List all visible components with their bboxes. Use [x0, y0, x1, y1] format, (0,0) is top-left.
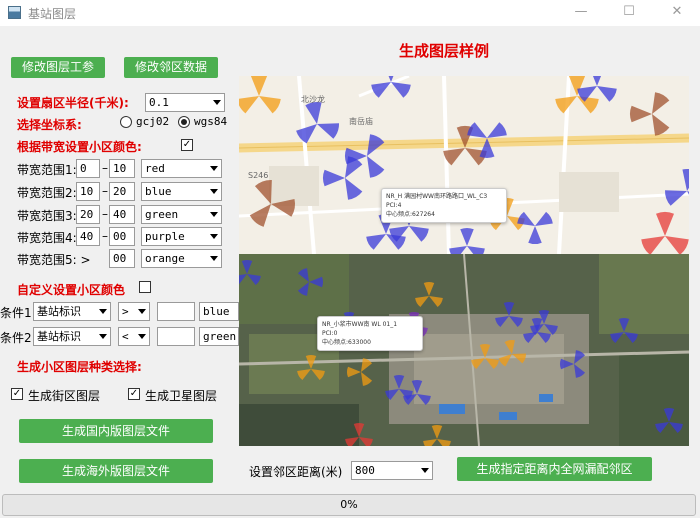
range-label: 带宽范围5: >	[17, 253, 91, 267]
radio-gcj02-label: gcj02	[136, 115, 170, 128]
layer-types-label: 生成小区图层种类选择:	[17, 360, 142, 374]
radio-wgs84[interactable]	[178, 116, 190, 128]
satellite-layer-checkbox[interactable]: ✓	[128, 388, 140, 400]
range-separator: –	[102, 229, 108, 243]
range-from-input[interactable]: 40	[76, 227, 100, 246]
map-popup: NR_小浆市WW南 WL 01_1 PCI:0 中心频点:633000	[317, 316, 423, 351]
range-to-input[interactable]: 10	[109, 159, 135, 178]
range-separator: –	[102, 207, 108, 221]
condition-operator-select[interactable]: >	[118, 302, 150, 321]
sector-radius-label: 设置扇区半径(千米):	[17, 96, 129, 110]
generate-domestic-button[interactable]: 生成国内版图层文件	[19, 419, 213, 443]
street-map-preview: S246 南岳庙 北沙龙 NR_H 满园村WW南环路路口_WL_C3 PCI:4 中…	[239, 76, 689, 254]
range-label: 带宽范围3:	[17, 209, 77, 223]
range-separator: –	[102, 161, 108, 175]
modify-neighbor-button[interactable]: 修改邻区数据	[124, 57, 218, 78]
match-neighbors-button[interactable]: 生成指定距离内全网漏配邻区	[457, 457, 652, 481]
condition-color-input[interactable]: green	[199, 327, 239, 346]
satellite-layer-label: 生成卫星图层	[145, 389, 218, 403]
app-icon	[8, 6, 21, 19]
condition-color-input[interactable]: blue	[199, 302, 239, 321]
range-to-input[interactable]: 40	[109, 205, 135, 224]
progress-bar: 0%	[2, 494, 696, 516]
condition-operator-select[interactable]: <	[118, 327, 150, 346]
radio-wgs84-label: wgs84	[194, 115, 228, 128]
maximize-button[interactable]: ☐	[612, 0, 646, 26]
condition-field-select[interactable]: 基站标识	[33, 327, 111, 346]
range-color-select[interactable]: green	[141, 205, 222, 224]
range-label: 带宽范围2:	[17, 186, 77, 200]
satellite-map-preview: NR_小浆市WW南 WL 01_1 PCI:0 中心频点:633000	[239, 254, 689, 446]
bandwidth-color-checkbox[interactable]: ✓	[181, 139, 193, 151]
map-place-label: 北沙龙	[301, 95, 325, 104]
range-from-input[interactable]: 10	[76, 182, 100, 201]
map-place-label: 南岳庙	[349, 117, 373, 126]
modify-params-button[interactable]: 修改图层工参	[11, 57, 105, 78]
range-to-input[interactable]: 00	[109, 249, 135, 268]
neighbor-distance-label: 设置邻区距离(米)	[249, 465, 343, 479]
range-to-input[interactable]: 20	[109, 182, 135, 201]
map-road-label: S246	[248, 171, 269, 180]
radio-gcj02[interactable]	[120, 116, 132, 128]
neighbor-distance-select[interactable]: 800	[351, 461, 433, 480]
minimize-button[interactable]: —	[564, 0, 598, 26]
condition-field-select[interactable]: 基站标识	[33, 302, 111, 321]
preview-title: 生成图层样例	[399, 42, 490, 60]
generate-overseas-button[interactable]: 生成海外版图层文件	[19, 459, 213, 483]
range-label: 带宽范围4:	[17, 231, 77, 245]
condition-label: 条件2	[0, 331, 32, 345]
range-color-select[interactable]: purple	[141, 227, 222, 246]
range-color-select[interactable]: red	[141, 159, 222, 178]
map-popup: NR_H 满园村WW南环路路口_WL_C3 PCI:4 中心频点:627264	[381, 188, 507, 223]
window-title: 基站图层	[28, 7, 77, 21]
condition-value-input[interactable]	[157, 327, 195, 346]
close-button[interactable]: ✕	[660, 0, 694, 26]
custom-color-checkbox[interactable]	[139, 281, 151, 293]
range-from-input[interactable]: 0	[76, 159, 100, 178]
condition-label: 条件1	[0, 306, 32, 320]
sector-radius-select[interactable]: 0.1	[145, 93, 225, 112]
street-layer-checkbox[interactable]: ✓	[11, 388, 23, 400]
satellite-map-svg	[239, 254, 689, 446]
range-to-input[interactable]: 00	[109, 227, 135, 246]
coord-label: 选择坐标系:	[17, 118, 82, 132]
range-label: 带宽范围1:	[17, 163, 77, 177]
range-color-select[interactable]: orange	[141, 249, 222, 268]
condition-value-input[interactable]	[157, 302, 195, 321]
progress-text: 0%	[340, 498, 358, 511]
street-layer-label: 生成街区图层	[28, 389, 101, 403]
range-from-input[interactable]: 20	[76, 205, 100, 224]
range-color-select[interactable]: blue	[141, 182, 222, 201]
custom-color-label: 自定义设置小区颜色	[17, 283, 126, 297]
range-separator: –	[102, 184, 108, 198]
bandwidth-color-label: 根据带宽设置小区颜色:	[17, 140, 142, 154]
